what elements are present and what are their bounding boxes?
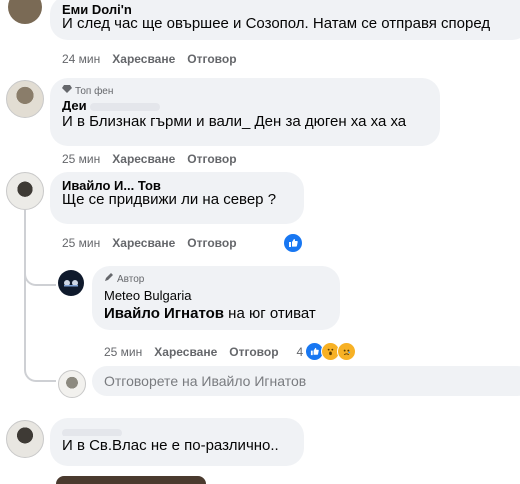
top-fan-badge: Топ фен	[62, 84, 428, 98]
comment-actions: 25 мин Харесване Отговор	[62, 236, 237, 250]
reply-bubble: Автор Meteo Bulgaria Ивайло Игнатов на ю…	[92, 266, 340, 330]
reply-actions: 25 мин Харесване Отговор 4	[104, 342, 357, 361]
reaction-summary[interactable]: 4	[297, 342, 357, 361]
thread-line	[24, 210, 26, 370]
mention-link[interactable]: Ивайло Игнатов	[104, 305, 224, 322]
comment-text: Ще се придвижи ли на север ?	[62, 191, 277, 208]
reply-connector	[24, 360, 56, 382]
like-button[interactable]: Харесване	[112, 52, 175, 66]
comment-author[interactable]	[62, 424, 292, 436]
comment-text: И в Св.Влас не е по-различно..	[62, 437, 279, 454]
comment-actions: 25 мин Харесване Отговор	[62, 152, 237, 166]
reply-time[interactable]: 25 мин	[104, 345, 142, 359]
comment-bubble: Топ фен Деи И в Близнак гърми и вали_ Де…	[50, 78, 440, 146]
like-button[interactable]: Харесване	[154, 345, 217, 359]
pencil-icon	[104, 272, 114, 286]
comment-text: И в Близнак гърми и вали_ Ден за дюген х…	[62, 113, 407, 130]
reply-input-placeholder: Отговорете на Ивайло Игнатов	[104, 373, 307, 389]
reply-button[interactable]: Отговор	[187, 152, 236, 166]
comment-bubble: И в Св.Влас не е по-различно..	[50, 418, 304, 466]
comment-actions: 24 мин Харесване Отговор	[62, 52, 237, 66]
like-reaction-icon[interactable]	[282, 232, 304, 254]
avatar[interactable]	[6, 80, 44, 118]
comment-text: И след час ще овършее и Созопол. Натам с…	[62, 15, 491, 32]
author-badge: Автор	[104, 272, 328, 286]
comment-author[interactable]: Eми Dолi'n	[62, 2, 518, 14]
comment-time[interactable]: 25 мин	[62, 236, 100, 250]
reply-input[interactable]: Отговорете на Ивайло Игнатов	[92, 366, 520, 396]
avatar[interactable]	[6, 172, 44, 210]
diamond-icon	[62, 84, 72, 98]
comment-bubble: Ивайло И... Тов Ще се придвижи ли на сев…	[50, 172, 304, 224]
reply-button[interactable]: Отговор	[229, 345, 278, 359]
like-button[interactable]: Харесване	[112, 152, 175, 166]
sad-reaction-icon	[337, 342, 357, 361]
comment-author[interactable]: Деи	[62, 98, 428, 112]
page-avatar[interactable]	[58, 270, 84, 296]
reply-author[interactable]: Meteo Bulgaria	[104, 288, 328, 304]
reaction-count: 4	[296, 344, 304, 359]
like-button[interactable]: Харесване	[112, 236, 175, 250]
avatar[interactable]	[58, 370, 86, 398]
reply-button[interactable]: Отговор	[187, 236, 236, 250]
avatar[interactable]	[8, 0, 42, 24]
image-attachment[interactable]	[56, 476, 206, 484]
reply-connector	[24, 254, 56, 286]
comment-bubble: Eми Dолi'n И след час ще овършее и Созоп…	[50, 0, 520, 40]
comment-time[interactable]: 25 мин	[62, 152, 100, 166]
comment-author[interactable]: Ивайло И... Тов	[62, 178, 292, 190]
avatar[interactable]	[6, 420, 44, 458]
logo-icon	[64, 280, 78, 287]
reply-button[interactable]: Отговор	[187, 52, 236, 66]
comment-time[interactable]: 24 мин	[62, 52, 100, 66]
reply-text: Ивайло Игнатов на юг отиват	[104, 305, 316, 322]
